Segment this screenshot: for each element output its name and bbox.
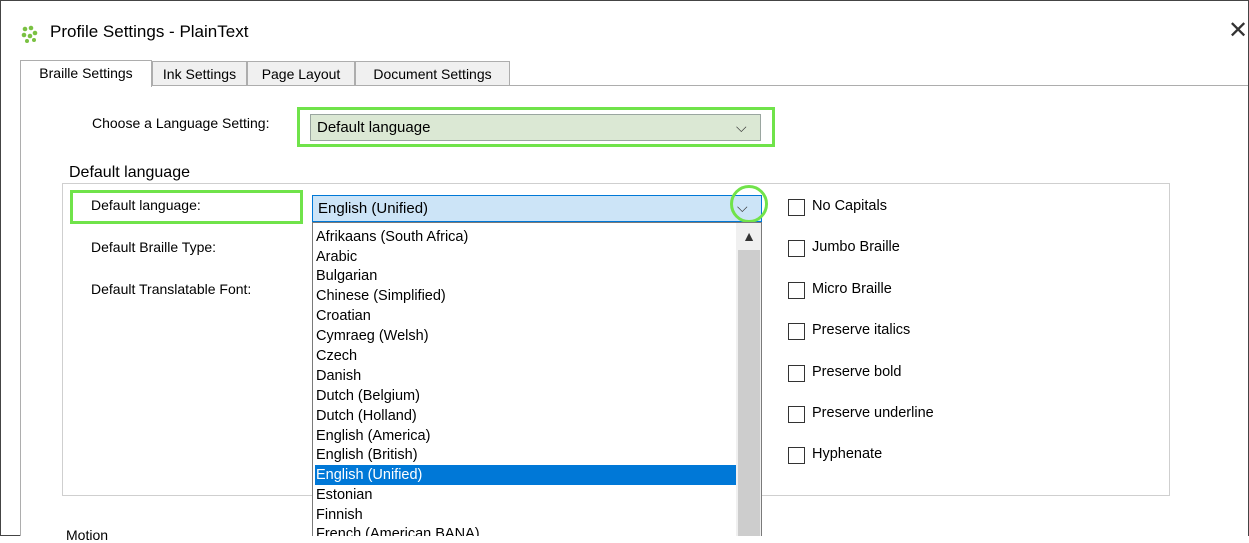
- default-language-value: English (Unified): [318, 200, 429, 217]
- list-item[interactable]: French (American BANA): [315, 524, 736, 536]
- scroll-thumb[interactable]: [738, 250, 760, 536]
- list-item-selected[interactable]: English (Unified): [315, 465, 736, 485]
- default-language-select[interactable]: English (Unified): [312, 195, 762, 222]
- dropdown-scrollbar[interactable]: ▲: [736, 223, 761, 536]
- hyphenate-label: Hyphenate: [812, 446, 883, 462]
- jumbo-braille-checkbox[interactable]: [788, 240, 805, 257]
- language-setting-select[interactable]: Default language ⌵: [310, 114, 761, 141]
- language-setting-value: Default language: [317, 119, 431, 136]
- app-logo-icon: [21, 25, 38, 43]
- list-item[interactable]: Chinese (Simplified): [315, 286, 736, 306]
- hyphenate-checkbox[interactable]: [788, 447, 805, 464]
- list-item[interactable]: Cymraeg (Welsh): [315, 326, 736, 346]
- no-capitals-label: No Capitals: [812, 198, 887, 214]
- list-item[interactable]: Dutch (Belgium): [315, 386, 736, 406]
- list-item[interactable]: English (British): [315, 445, 736, 465]
- list-item[interactable]: English (America): [315, 426, 736, 446]
- default-braille-type-label: Default Braille Type:: [91, 239, 217, 255]
- preserve-italics-label: Preserve italics: [812, 322, 911, 338]
- no-capitals-checkbox[interactable]: [788, 199, 805, 216]
- preserve-underline-checkbox[interactable]: [788, 406, 805, 423]
- tab-page-layout[interactable]: Page Layout: [247, 61, 355, 85]
- list-item[interactable]: Bulgarian: [315, 266, 736, 286]
- list-item[interactable]: Croatian: [315, 306, 736, 326]
- title-bar: Profile Settings - PlainText: [1, 1, 1248, 58]
- preserve-bold-checkbox[interactable]: [788, 365, 805, 382]
- close-icon[interactable]: ✕: [1226, 19, 1249, 43]
- list-item[interactable]: Dutch (Holland): [315, 406, 736, 426]
- list-item[interactable]: Afrikaans (South Africa): [315, 227, 736, 247]
- group-legend: Default language: [66, 164, 193, 182]
- language-setting-label: Choose a Language Setting:: [92, 115, 270, 131]
- jumbo-braille-label: Jumbo Braille: [812, 239, 900, 255]
- tab-ink-settings[interactable]: Ink Settings: [152, 61, 247, 85]
- language-dropdown-list[interactable]: Afrikaans (South Africa) Arabic Bulgaria…: [312, 222, 762, 536]
- list-item[interactable]: Estonian: [315, 485, 736, 505]
- list-item[interactable]: Danish: [315, 366, 736, 386]
- preserve-bold-label: Preserve bold: [812, 364, 902, 380]
- list-item[interactable]: Finnish: [315, 505, 736, 525]
- motion-section-label: Motion: [66, 527, 109, 543]
- tab-braille-settings[interactable]: Braille Settings: [20, 60, 152, 87]
- window-title: Profile Settings - PlainText: [50, 22, 249, 41]
- chevron-down-icon: ⌵: [736, 119, 747, 135]
- default-translatable-font-label: Default Translatable Font:: [91, 281, 252, 297]
- preserve-italics-checkbox[interactable]: [788, 323, 805, 340]
- micro-braille-label: Micro Braille: [812, 281, 892, 297]
- default-language-label: Default language:: [91, 197, 201, 213]
- scroll-up-icon[interactable]: ▲: [736, 223, 761, 249]
- preserve-underline-label: Preserve underline: [812, 405, 934, 421]
- dropdown-button-highlight: [730, 185, 768, 223]
- list-item[interactable]: Arabic: [315, 247, 736, 267]
- list-item[interactable]: Czech: [315, 346, 736, 366]
- tab-document-settings[interactable]: Document Settings: [355, 61, 510, 85]
- micro-braille-checkbox[interactable]: [788, 282, 805, 299]
